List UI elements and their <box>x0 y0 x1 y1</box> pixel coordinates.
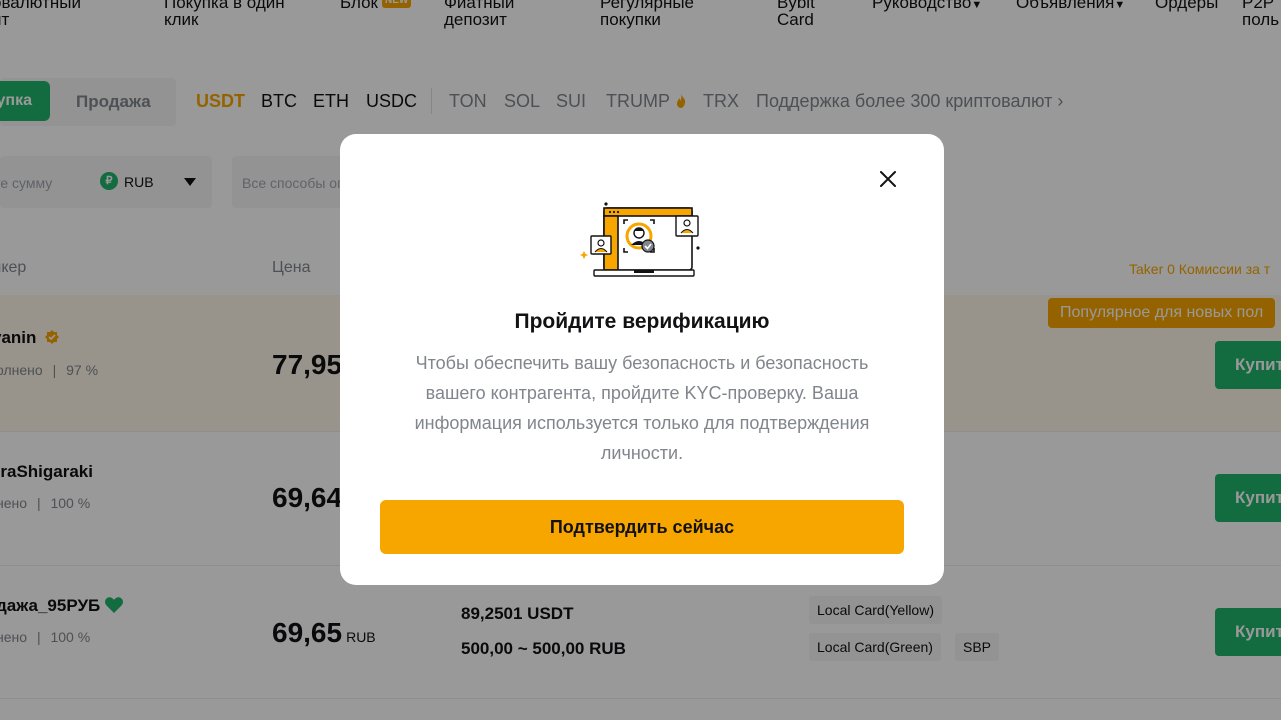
modal-title: Пройдите верификацию <box>514 310 770 333</box>
close-icon[interactable] <box>876 167 900 191</box>
verify-now-button[interactable]: Подтвердить сейчас <box>380 500 904 554</box>
kyc-verification-illustration <box>580 202 700 277</box>
kyc-modal: Пройдите верификацию Чтобы обеспечить ва… <box>340 134 944 585</box>
modal-description: Чтобы обеспечить вашу безопасность и без… <box>414 353 870 463</box>
